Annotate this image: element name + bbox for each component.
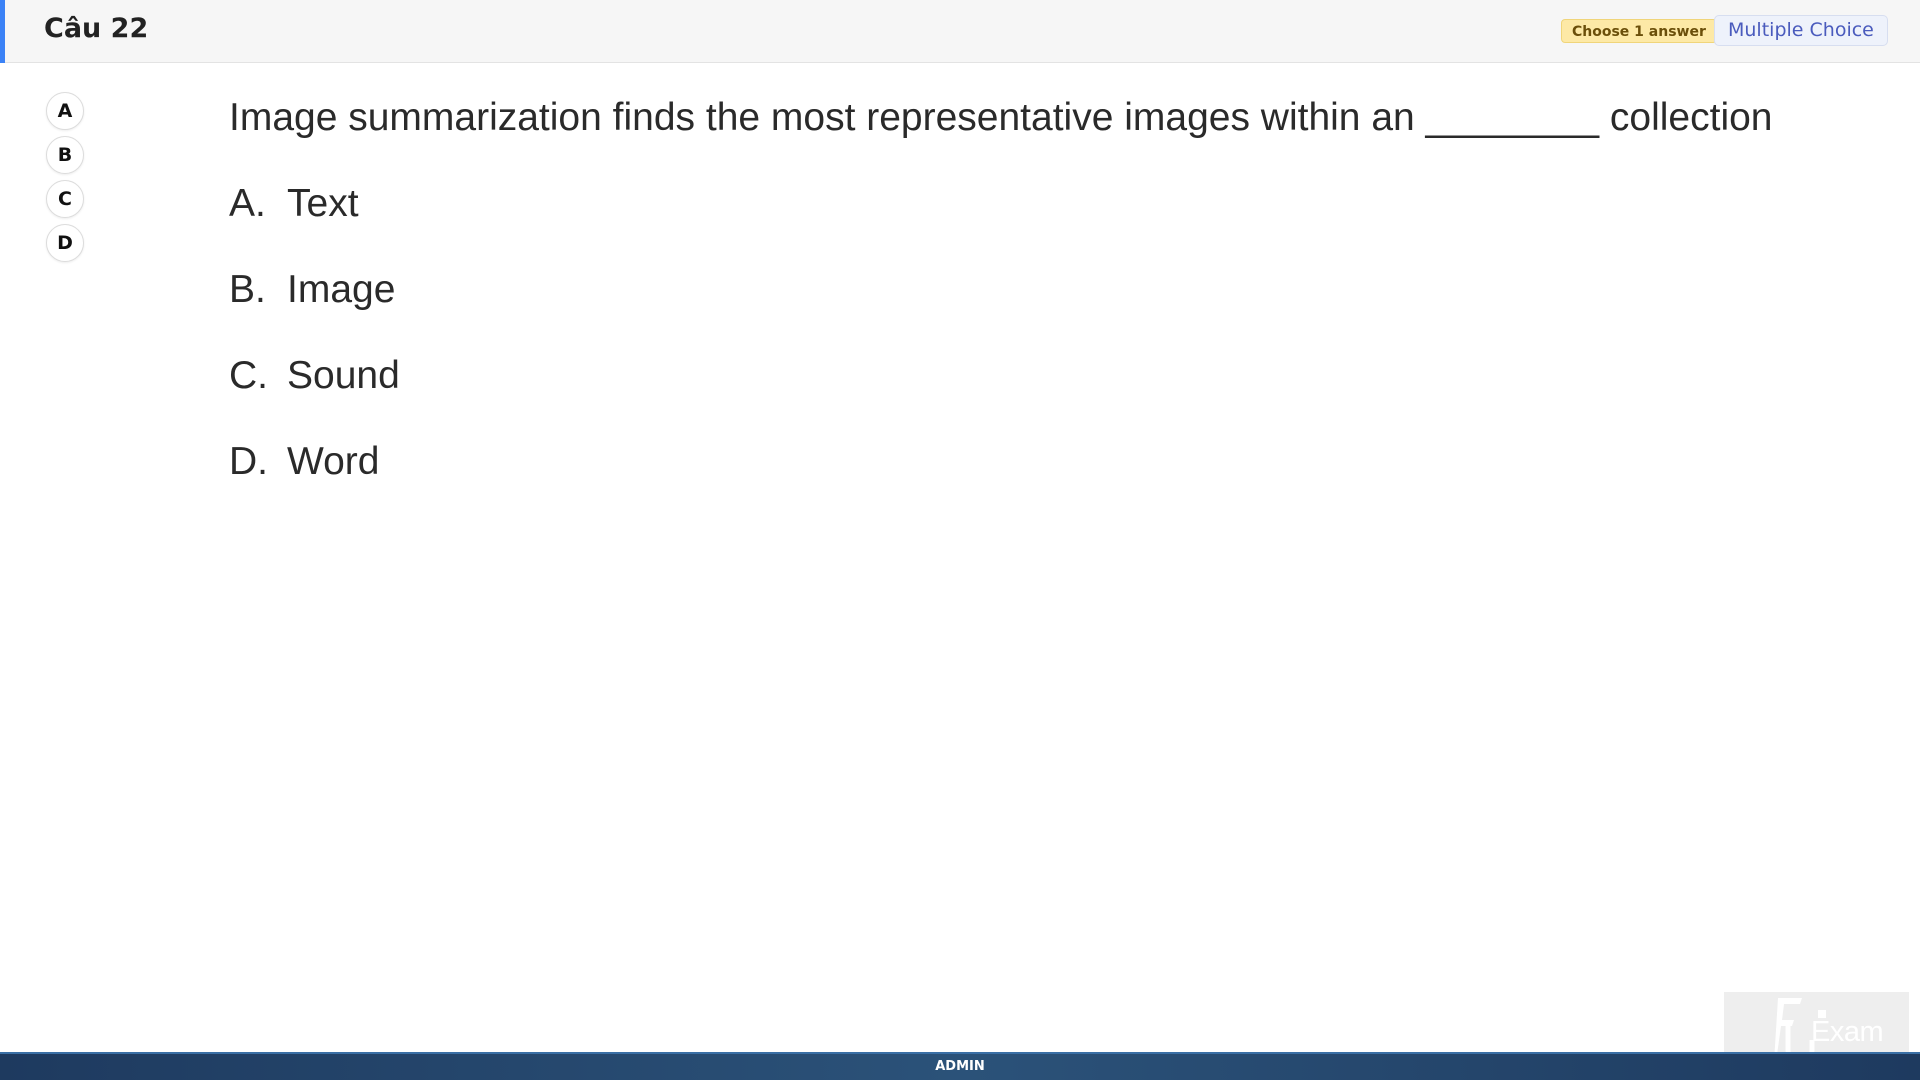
header-accent-bar xyxy=(0,0,5,63)
option-text: Text xyxy=(287,182,359,225)
option-b: B. Image xyxy=(229,266,395,314)
question-number: Câu 22 xyxy=(44,13,149,44)
option-letter: C. xyxy=(229,354,268,397)
question-image: Image summarization finds the most repre… xyxy=(229,88,1789,508)
answer-bubble-a[interactable]: A xyxy=(46,92,84,130)
option-text: Word xyxy=(287,440,380,483)
footer-user-label: ADMIN xyxy=(935,1059,985,1074)
question-type-badge: Multiple Choice xyxy=(1714,15,1888,46)
answer-bubble-group: A B C D xyxy=(46,92,86,268)
question-header: Câu 22 Choose 1 answer Multiple Choice xyxy=(0,0,1920,63)
question-text: Image summarization finds the most repre… xyxy=(229,96,1773,139)
option-a: A. Text xyxy=(229,180,359,228)
footer-bar: ADMIN xyxy=(0,1052,1920,1080)
exam-page: Câu 22 Choose 1 answer Multiple Choice A… xyxy=(0,0,1920,1080)
option-letter: D. xyxy=(229,440,268,483)
option-letter: B. xyxy=(229,268,266,311)
choose-one-answer-badge: Choose 1 answer xyxy=(1561,19,1717,43)
answer-bubble-c[interactable]: C xyxy=(46,180,84,218)
option-d: D. Word xyxy=(229,438,379,486)
option-text: Sound xyxy=(287,354,400,397)
answer-bubble-d[interactable]: D xyxy=(46,224,84,262)
option-text: Image xyxy=(287,268,396,311)
logo-text: Exam xyxy=(1811,1016,1884,1048)
answer-bubble-b[interactable]: B xyxy=(46,136,84,174)
option-letter: A. xyxy=(229,182,266,225)
option-c: C. Sound xyxy=(229,352,400,400)
